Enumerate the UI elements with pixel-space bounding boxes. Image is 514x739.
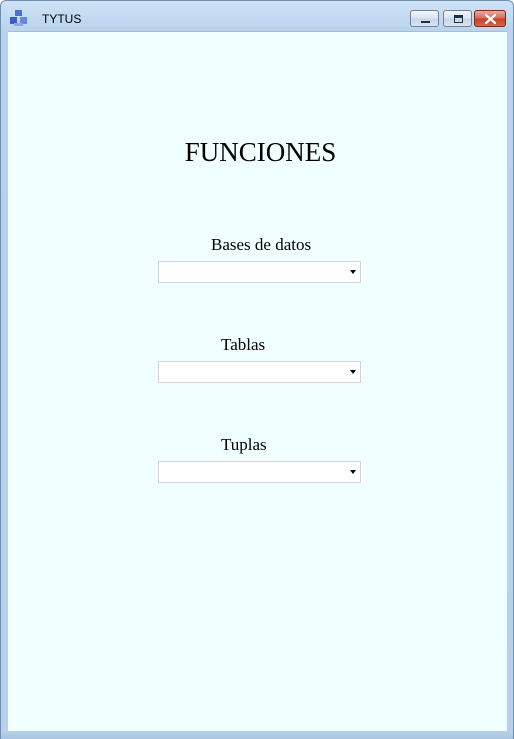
window-bottom-border	[1, 731, 513, 739]
databases-label: Bases de datos	[211, 235, 312, 254]
app-window: TYTUS FUNCIONES Bases de datos Tablas Tu…	[0, 0, 514, 739]
tuples-select[interactable]	[158, 461, 361, 483]
databases-select[interactable]	[158, 261, 361, 283]
maximize-button[interactable]	[443, 10, 472, 27]
chevron-down-icon	[350, 470, 356, 474]
app-logo-icon	[10, 10, 27, 26]
form-area: FUNCIONES Bases de datos Tablas Tuplas	[8, 31, 507, 731]
close-button[interactable]	[474, 10, 506, 27]
minimize-icon	[421, 21, 430, 23]
tables-select[interactable]	[158, 361, 361, 383]
tables-label: Tablas	[221, 335, 266, 354]
maximize-icon	[454, 15, 463, 23]
title-bar[interactable]: TYTUS	[1, 1, 513, 31]
chevron-down-icon	[350, 270, 356, 274]
minimize-button[interactable]	[410, 10, 439, 27]
window-title: TYTUS	[42, 12, 82, 26]
close-icon	[484, 13, 497, 25]
tuples-label: Tuplas	[221, 435, 267, 454]
chevron-down-icon	[350, 370, 356, 374]
page-title: FUNCIONES	[184, 137, 337, 167]
